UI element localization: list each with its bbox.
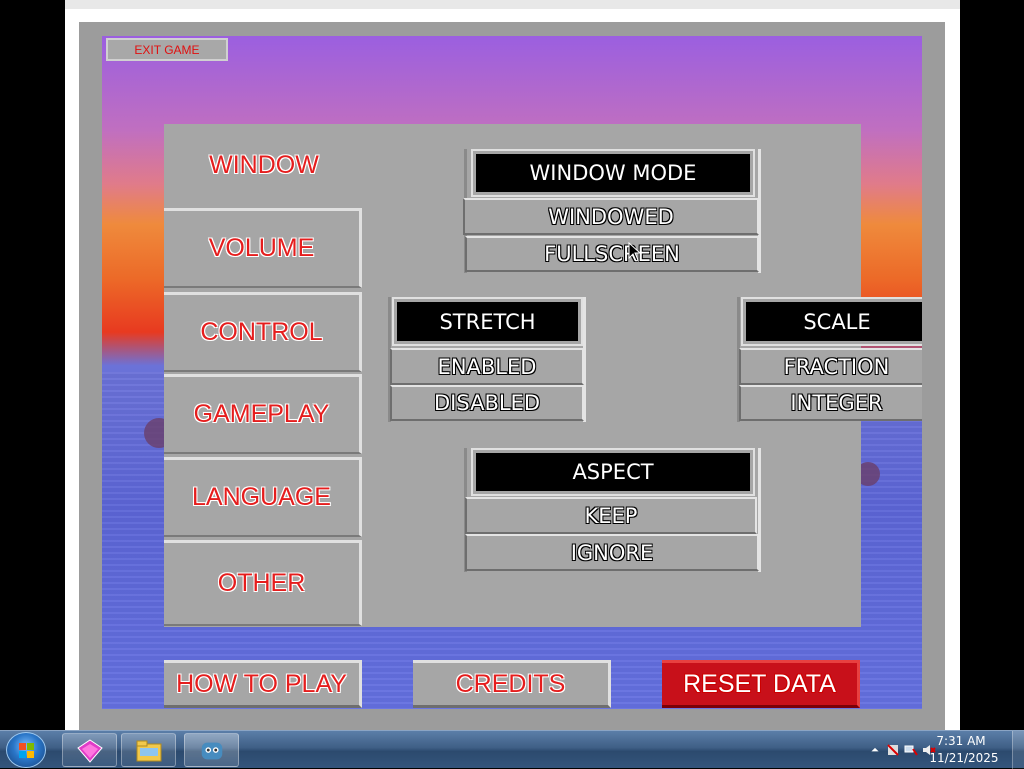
reset-data-button[interactable]: RESET DATA	[662, 660, 860, 708]
windows-logo-icon	[19, 743, 34, 758]
tab-other[interactable]: OTHER	[164, 540, 362, 626]
taskbar-app-godot[interactable]	[184, 733, 239, 767]
start-button[interactable]	[6, 732, 46, 768]
tab-volume[interactable]: VOLUME	[164, 208, 362, 288]
system-tray: 7:31 AM 11/21/2025	[844, 731, 1024, 769]
window-title-bar[interactable]	[65, 0, 960, 9]
aspect-keep-option[interactable]: KEEP	[465, 497, 757, 534]
taskbar: 7:31 AM 11/21/2025	[0, 730, 1024, 769]
fullscreen-option[interactable]: FULLSCREEN	[465, 236, 759, 272]
tab-control[interactable]: CONTROL	[164, 292, 362, 372]
stretch-disabled-option[interactable]: DISABLED	[390, 385, 584, 421]
tab-language[interactable]: LANGUAGE	[164, 457, 362, 537]
aspect-ignore-option[interactable]: IGNORE	[465, 534, 759, 571]
scale-fraction-option[interactable]: FRACTION	[739, 348, 922, 385]
clock-date[interactable]: 11/21/2025	[924, 751, 1004, 765]
godot-icon	[201, 742, 223, 760]
taskbar-app-game[interactable]	[62, 733, 117, 767]
game-viewport: EXIT GAME WINDOW VOLUME CONTROL GAMEPLAY…	[102, 36, 922, 709]
windowed-option[interactable]: WINDOWED	[463, 198, 759, 235]
tab-window-active[interactable]: WINDOW	[166, 140, 362, 190]
screen: EXIT GAME WINDOW VOLUME CONTROL GAMEPLAY…	[0, 0, 1024, 769]
exit-game-button[interactable]: EXIT GAME	[106, 38, 228, 61]
settings-panel: WINDOW VOLUME CONTROL GAMEPLAY LANGUAGE …	[164, 124, 922, 627]
scale-integer-option[interactable]: INTEGER	[739, 385, 922, 421]
game-app-icon	[77, 739, 103, 763]
network-icon[interactable]	[904, 743, 918, 757]
taskbar-app-file-explorer[interactable]	[121, 733, 176, 767]
show-hidden-icons-icon[interactable]	[870, 743, 880, 757]
scale-header: SCALE	[741, 297, 922, 346]
clock-time[interactable]: 7:31 AM	[926, 734, 996, 748]
credits-button[interactable]: CREDITS	[413, 660, 611, 708]
stretch-header: STRETCH	[392, 297, 583, 346]
aspect-header: ASPECT	[471, 448, 755, 496]
action-center-icon[interactable]	[886, 743, 900, 757]
stretch-enabled-option[interactable]: ENABLED	[390, 348, 584, 385]
window-mode-header: WINDOW MODE	[471, 149, 755, 197]
tab-gameplay[interactable]: GAMEPLAY	[164, 374, 362, 454]
how-to-play-button[interactable]: HOW TO PLAY	[164, 660, 362, 708]
show-desktop-button[interactable]	[1012, 731, 1024, 769]
mouse-cursor-icon	[628, 242, 642, 262]
game-window: EXIT GAME WINDOW VOLUME CONTROL GAMEPLAY…	[65, 0, 960, 730]
folder-icon	[136, 740, 162, 762]
